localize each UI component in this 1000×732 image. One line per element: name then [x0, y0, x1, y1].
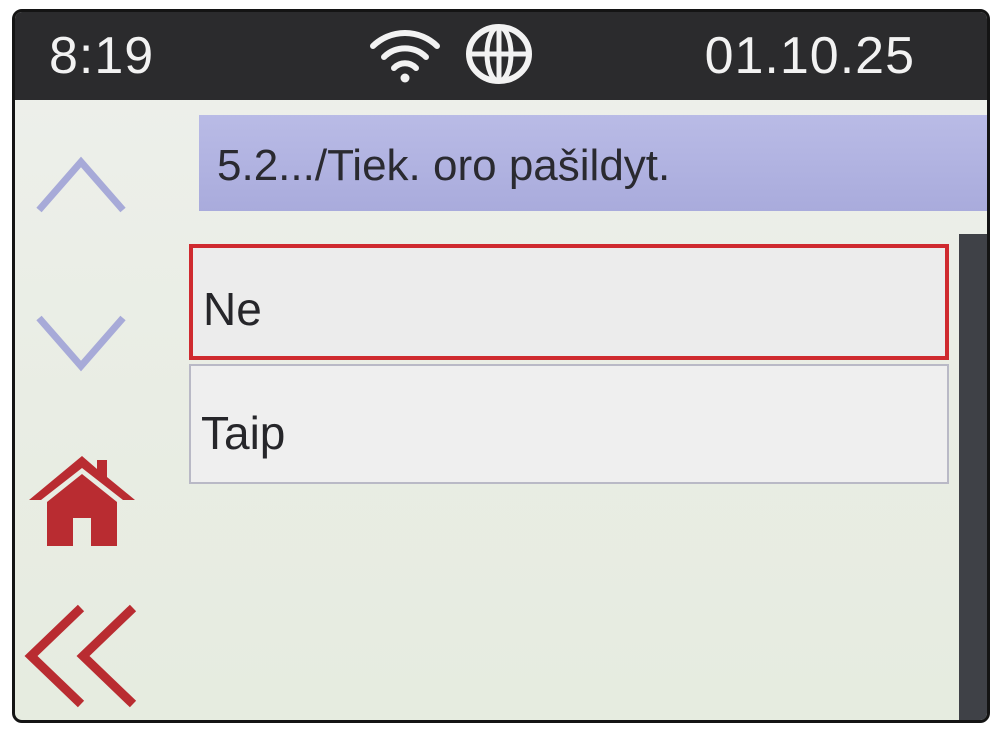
option-taip[interactable]: Taip: [189, 364, 949, 484]
option-label: Ne: [203, 283, 262, 335]
option-ne[interactable]: Ne: [189, 244, 949, 360]
wifi-icon: [370, 30, 440, 83]
option-label: Taip: [201, 407, 286, 459]
scroll-up-button[interactable]: [25, 144, 137, 224]
scrollbar[interactable]: [959, 234, 987, 720]
chevron-down-icon: [36, 315, 126, 372]
status-date: 01.10.25: [704, 27, 915, 85]
home-icon: [29, 456, 135, 546]
menu-title: 5.2.../Tiek. oro pašildyt.: [217, 141, 671, 190]
double-chevron-left-icon: [24, 604, 137, 708]
scroll-down-button[interactable]: [25, 304, 137, 384]
home-button[interactable]: [27, 452, 137, 548]
back-button[interactable]: [21, 600, 145, 712]
device-screen: 8:19 01.10.25 5.2.../Tiek. oro pašildyt.…: [12, 9, 990, 723]
globe-icon: [466, 24, 532, 84]
menu-title-bar: 5.2.../Tiek. oro pašildyt.: [199, 115, 987, 211]
status-time: 8:19: [49, 27, 155, 85]
status-bar: 8:19 01.10.25: [15, 12, 987, 100]
chevron-up-icon: [36, 156, 126, 213]
